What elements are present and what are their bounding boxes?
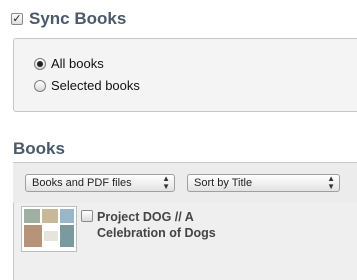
thumb-tile — [24, 225, 42, 247]
thumb-tile — [60, 209, 74, 223]
radio-selected-books-label: Selected books — [51, 78, 140, 93]
sync-options-panel: All books Selected books — [13, 38, 357, 112]
book-cover-thumbnail[interactable] — [21, 206, 77, 252]
radio-button-selected[interactable] — [34, 57, 46, 70]
books-filter-select[interactable]: Books and PDF files ▲ ▼ — [25, 174, 175, 192]
book-title: Project DOG // A Celebration of Dogs — [97, 210, 216, 240]
sync-books-header: ✓ Sync Books — [11, 8, 126, 30]
sync-books-title: Sync Books — [29, 9, 127, 28]
thumb-tile — [42, 209, 58, 223]
checkmark-icon: ✓ — [12, 12, 22, 25]
thumb-tile — [60, 225, 74, 247]
thumb-tile — [24, 209, 40, 223]
radio-all-books-label: All books — [51, 56, 104, 71]
sort-select[interactable]: Sort by Title ▲ ▼ — [187, 174, 340, 192]
radio-all-books[interactable]: All books — [34, 56, 104, 71]
radio-selected-books[interactable]: Selected books — [34, 78, 140, 93]
books-toolbar: Books and PDF files ▲ ▼ Sort by Title ▲ ▼ — [13, 163, 357, 203]
thumb-tile — [44, 231, 58, 241]
sync-books-checkbox[interactable]: ✓ — [11, 13, 23, 25]
book-select-checkbox[interactable] — [81, 210, 93, 222]
radio-dot-icon — [37, 60, 43, 67]
radio-button[interactable] — [34, 79, 46, 92]
books-section-title: Books — [13, 139, 65, 158]
sort-select-value: Sort by Title — [194, 177, 253, 189]
updown-arrows-icon: ▲ ▼ — [327, 174, 335, 191]
books-filter-select-value: Books and PDF files — [32, 177, 132, 189]
updown-arrows-icon: ▲ ▼ — [162, 174, 170, 191]
